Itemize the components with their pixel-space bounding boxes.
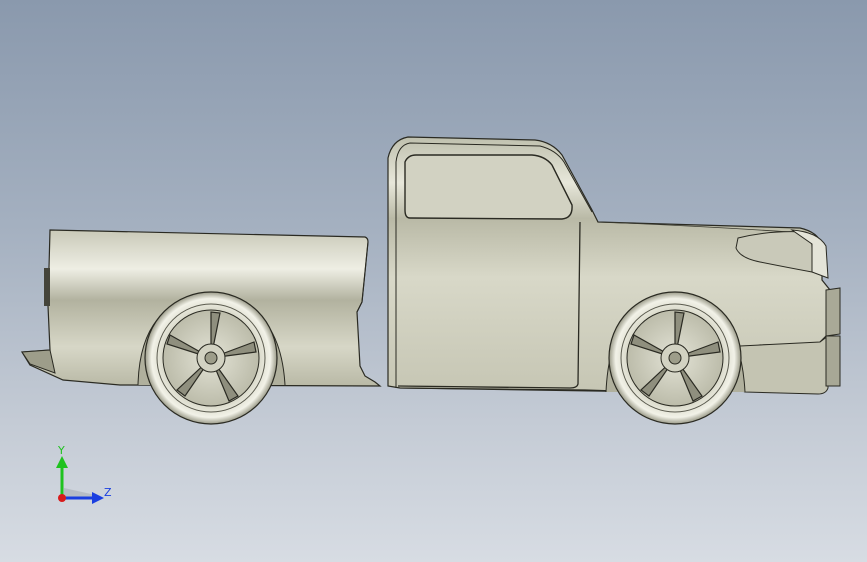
- truck-model[interactable]: [0, 0, 867, 562]
- graphics-viewport[interactable]: Y Z: [0, 0, 867, 562]
- coordinate-triad: Y Z: [56, 444, 112, 504]
- z-axis-label: Z: [104, 486, 112, 499]
- tail-light-icon: [44, 268, 50, 306]
- x-axis-origin: [58, 494, 66, 502]
- y-axis-label: Y: [57, 444, 65, 457]
- cab-window: [404, 154, 573, 220]
